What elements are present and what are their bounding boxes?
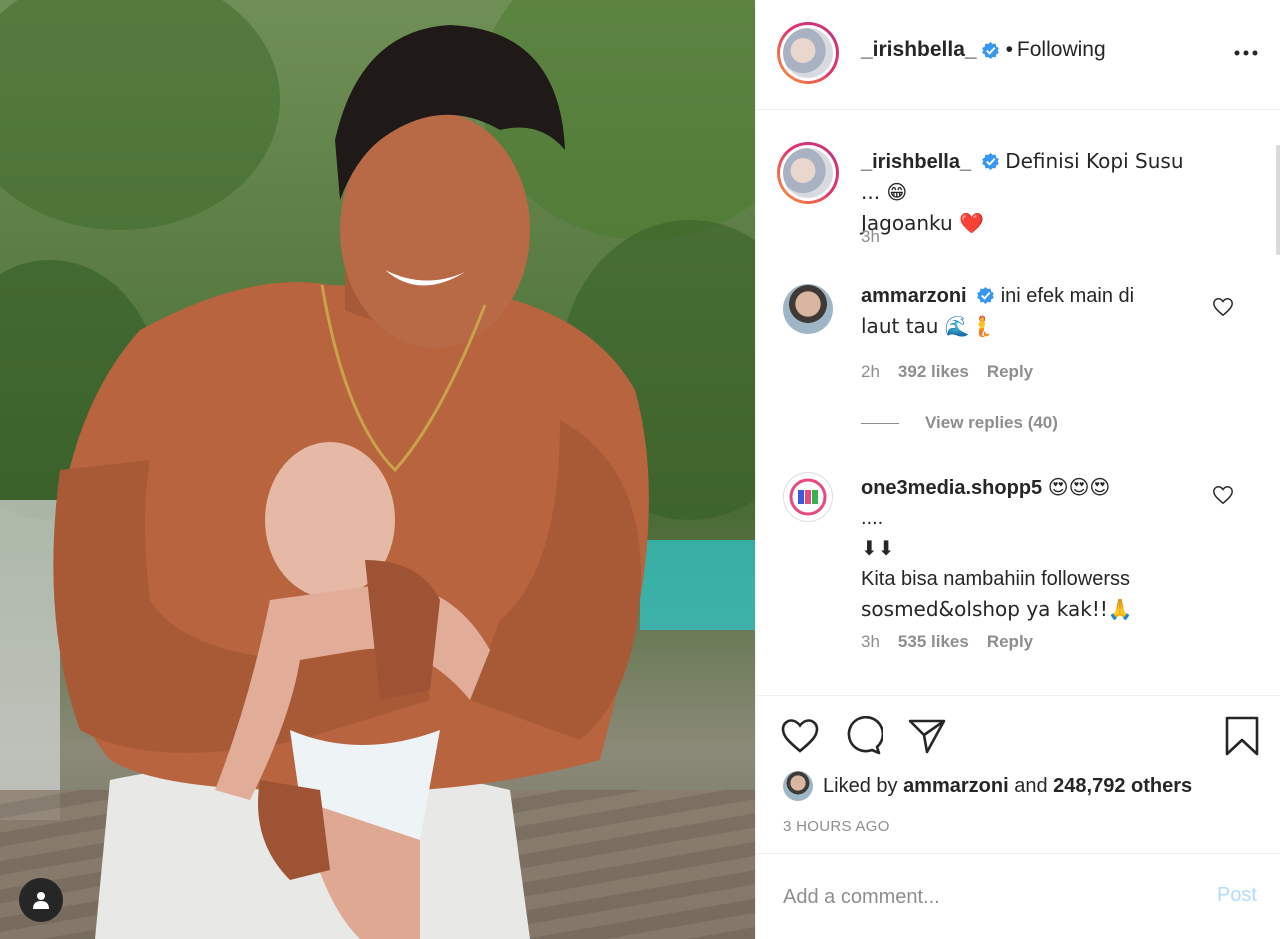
more-options-button[interactable]: [1233, 40, 1259, 66]
comment-username[interactable]: one3media.shopp5: [861, 477, 1042, 499]
following-button[interactable]: Following: [1017, 38, 1106, 62]
replies-divider: [861, 422, 899, 424]
comment-line-3: ⬇⬇: [861, 536, 895, 560]
author-username[interactable]: _irishbella_: [861, 38, 977, 62]
post-sidebar: _irishbella_ • Following _irishbella_ De…: [755, 0, 1280, 939]
comment-bubble-icon[interactable]: [843, 716, 883, 756]
more-horizontal-icon: [1234, 50, 1258, 56]
comment-line-2: ....: [861, 507, 884, 529]
commenter-avatar[interactable]: [783, 472, 833, 522]
view-replies-button[interactable]: View replies (40): [861, 413, 1058, 433]
caption-text: _irishbella_ Definisi Kopi Susu ... 😁 Ja…: [861, 146, 1201, 239]
comment-username[interactable]: ammarzoni: [861, 285, 967, 307]
comment-time[interactable]: 3h: [861, 632, 880, 652]
post-actions: Liked by ammarzoni and 248,792 others 3 …: [756, 695, 1280, 853]
verified-badge-icon: [977, 286, 995, 305]
scrollbar[interactable]: [1276, 145, 1280, 255]
post-comment-button[interactable]: Post: [1217, 884, 1257, 907]
add-comment-bar: Post: [756, 853, 1280, 939]
comment-meta: 2h 392 likes Reply: [861, 362, 1033, 382]
caption-meta: 3h: [861, 227, 880, 247]
like-comment-heart-icon[interactable]: [1212, 296, 1234, 318]
separator-dot: •: [1005, 38, 1013, 61]
caption-time[interactable]: 3h: [861, 227, 880, 247]
verified-badge-icon: [981, 152, 999, 171]
comment-meta: 3h 535 likes Reply: [861, 632, 1033, 652]
comment-line-2: laut tau 🌊🧜: [861, 314, 995, 338]
liked-by: Liked by ammarzoni and 248,792 others: [783, 771, 1192, 801]
verified-badge-icon: [981, 41, 999, 59]
liked-by-user[interactable]: ammarzoni: [903, 775, 1009, 798]
share-send-icon[interactable]: [907, 716, 947, 756]
likes-count[interactable]: 248,792 others: [1053, 775, 1192, 798]
comment-input[interactable]: [783, 880, 1183, 914]
liker-avatar[interactable]: [783, 771, 813, 801]
shop-logo-icon: [789, 478, 827, 516]
reply-button[interactable]: Reply: [987, 632, 1033, 652]
caption-username[interactable]: _irishbella_: [861, 151, 971, 173]
like-heart-icon[interactable]: [780, 716, 820, 756]
save-bookmark-icon[interactable]: [1222, 716, 1262, 756]
post-timestamp[interactable]: 3 HOURS AGO: [783, 818, 890, 835]
reply-button[interactable]: Reply: [987, 362, 1033, 382]
man-holding-baby-illustration: [53, 25, 649, 939]
view-replies-label: View replies (40): [925, 413, 1058, 432]
tagged-user-button[interactable]: [19, 878, 63, 922]
like-comment-heart-icon[interactable]: [1212, 484, 1234, 506]
commenter-avatar[interactable]: [783, 284, 833, 334]
comment-line-5: sosmed&olshop ya kak!!🙏: [861, 597, 1133, 621]
post-header: _irishbella_ • Following: [756, 0, 1280, 110]
comment-time[interactable]: 2h: [861, 362, 880, 382]
comment-line-1: ini efek main di: [1000, 285, 1135, 307]
caption-avatar[interactable]: [777, 142, 839, 204]
user-icon: [33, 892, 49, 909]
comment-text: one3media.shopp5 😍😍😍 .... ⬇⬇ Kita bisa n…: [861, 472, 1201, 625]
comment-emoji: 😍😍😍: [1047, 475, 1111, 499]
author-avatar[interactable]: [777, 22, 839, 84]
comment-likes[interactable]: 392 likes: [898, 362, 969, 382]
comments-list[interactable]: _irishbella_ Definisi Kopi Susu ... 😁 Ja…: [756, 111, 1280, 694]
liked-by-prefix: Liked by: [823, 774, 898, 797]
post-photo[interactable]: [0, 0, 755, 939]
liked-by-and: and: [1014, 774, 1048, 797]
comment-line-4: Kita bisa nambahiin followerss: [861, 568, 1131, 590]
comment-likes[interactable]: 535 likes: [898, 632, 969, 652]
comment-text: ammarzoni ini efek main di laut tau 🌊🧜: [861, 281, 1201, 342]
